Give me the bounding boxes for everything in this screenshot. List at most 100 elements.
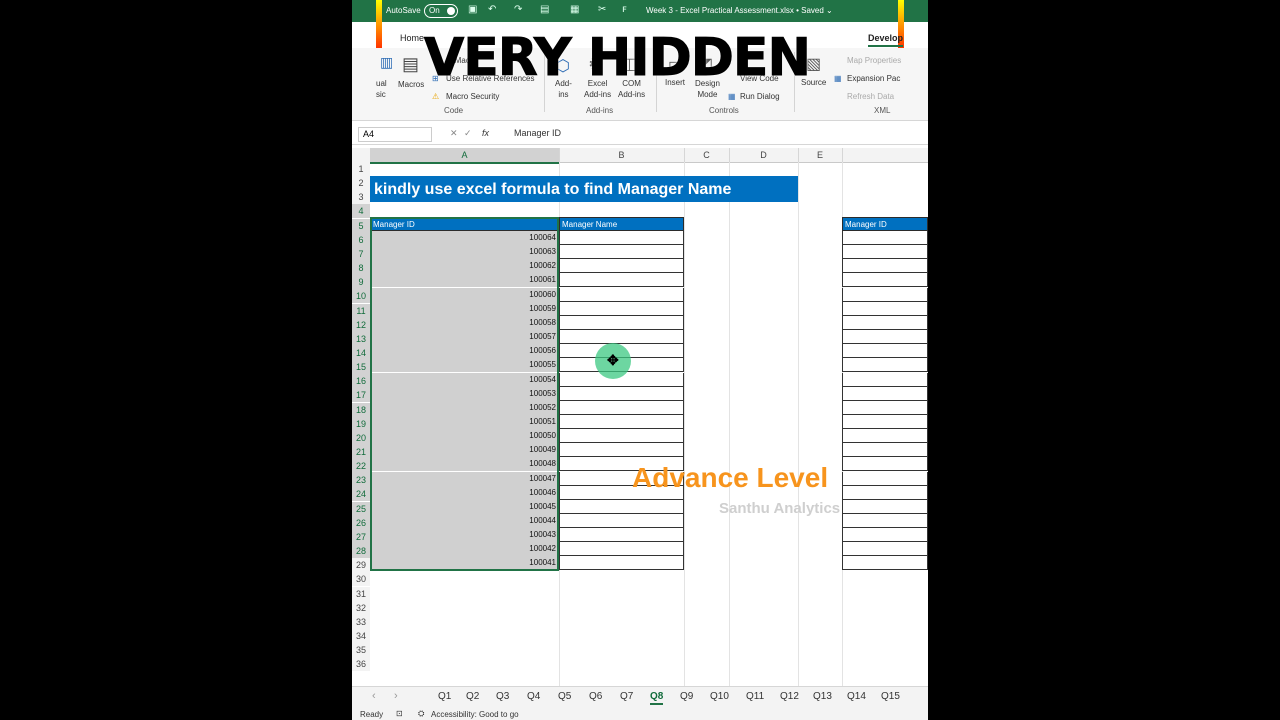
- row-header[interactable]: 30: [352, 572, 370, 587]
- macro-record-icon[interactable]: ⊡: [396, 709, 403, 718]
- lookup-id-cell[interactable]: [842, 414, 928, 429]
- header-manager-id-lookup[interactable]: Manager ID: [842, 217, 928, 231]
- sheet-tab-q2[interactable]: Q2: [466, 691, 479, 702]
- row-header[interactable]: 28: [352, 544, 370, 559]
- row-header[interactable]: 26: [352, 515, 370, 530]
- format-icon[interactable]: ꜰ: [622, 4, 627, 15]
- manager-id-cell[interactable]: 100042: [370, 542, 559, 557]
- manager-id-cell[interactable]: 100054: [370, 372, 559, 387]
- sheet-tab-q14[interactable]: Q14: [847, 691, 866, 702]
- sheet-tab-q11[interactable]: Q11: [746, 691, 764, 702]
- enter-icon[interactable]: ✓: [464, 128, 472, 139]
- row-header[interactable]: 15: [352, 360, 370, 375]
- row-header[interactable]: 34: [352, 628, 370, 643]
- manager-id-cell[interactable]: 100043: [370, 528, 559, 543]
- manager-name-cell[interactable]: [559, 443, 684, 458]
- column-header-d[interactable]: D: [729, 148, 799, 162]
- row-header[interactable]: 31: [352, 586, 370, 601]
- lookup-id-cell[interactable]: [842, 514, 928, 528]
- sheet-tab-q7[interactable]: Q7: [620, 691, 633, 702]
- sheet-tab-q10[interactable]: Q10: [710, 691, 729, 702]
- tab-developer[interactable]: Develop: [868, 33, 904, 47]
- visual-basic-button[interactable]: ual sic: [376, 78, 387, 100]
- row-header[interactable]: 21: [352, 445, 370, 459]
- row-header[interactable]: 24: [352, 487, 370, 502]
- row-header[interactable]: 11: [352, 303, 370, 318]
- macros-button[interactable]: Macros: [398, 80, 424, 89]
- accessibility-icon[interactable]: ⛭: [418, 709, 424, 719]
- manager-id-cell[interactable]: 100053: [370, 386, 559, 401]
- formula-input[interactable]: Manager ID: [514, 128, 561, 138]
- row-header[interactable]: 20: [352, 430, 370, 445]
- lookup-id-cell[interactable]: [842, 429, 928, 444]
- manager-name-cell[interactable]: [559, 259, 684, 274]
- manager-name-cell[interactable]: [559, 556, 684, 571]
- macros-icon[interactable]: ▤: [402, 54, 419, 75]
- lookup-id-cell[interactable]: [842, 457, 928, 472]
- select-all-corner[interactable]: [352, 148, 371, 162]
- column-header-b[interactable]: B: [559, 148, 685, 162]
- row-header[interactable]: 25: [352, 501, 370, 516]
- row-header[interactable]: 22: [352, 459, 370, 474]
- manager-name-cell[interactable]: [559, 301, 684, 316]
- lookup-id-cell[interactable]: [842, 386, 928, 401]
- save-icon[interactable]: ▣: [468, 4, 477, 15]
- row-header[interactable]: 19: [352, 416, 370, 431]
- sheet-tab-q12[interactable]: Q12: [780, 691, 799, 702]
- row-header[interactable]: 6: [352, 232, 370, 247]
- refresh-data-button[interactable]: Refresh Data: [847, 92, 894, 101]
- row-header[interactable]: 5: [352, 218, 370, 233]
- lookup-id-cell[interactable]: [842, 372, 928, 387]
- row-header[interactable]: 1: [352, 162, 370, 176]
- cancel-icon[interactable]: ✕: [450, 128, 458, 139]
- manager-name-cell[interactable]: [559, 514, 684, 528]
- row-header[interactable]: 14: [352, 345, 370, 360]
- lookup-id-cell[interactable]: [842, 358, 928, 373]
- instruction-banner[interactable]: kindly use excel formula to find Manager…: [370, 176, 798, 202]
- lookup-id-cell[interactable]: [842, 471, 928, 486]
- column-header-f[interactable]: [842, 148, 928, 162]
- row-header[interactable]: 10: [352, 289, 370, 304]
- sheet-tab-q13[interactable]: Q13: [813, 691, 832, 702]
- sheet-tab-q15[interactable]: Q15: [881, 691, 900, 702]
- manager-id-cell[interactable]: 100055: [370, 358, 559, 373]
- prev-sheet-icon[interactable]: ‹: [372, 690, 376, 702]
- manager-name-cell[interactable]: [559, 414, 684, 429]
- lookup-id-cell[interactable]: [842, 287, 928, 302]
- table-icon[interactable]: ▦: [570, 4, 579, 15]
- sheet-tab-q4[interactable]: Q4: [527, 691, 540, 702]
- manager-id-cell[interactable]: 100052: [370, 400, 559, 415]
- manager-id-cell[interactable]: 100062: [370, 259, 559, 274]
- manager-id-cell[interactable]: 100064: [370, 231, 559, 245]
- column-header-e[interactable]: E: [798, 148, 843, 162]
- lookup-id-cell[interactable]: [842, 315, 928, 330]
- lookup-id-cell[interactable]: [842, 344, 928, 359]
- undo-icon[interactable]: ↶: [488, 4, 496, 15]
- manager-id-cell[interactable]: 100056: [370, 344, 559, 359]
- manager-id-cell[interactable]: 100063: [370, 245, 559, 260]
- manager-name-cell[interactable]: [559, 273, 684, 288]
- manager-id-cell[interactable]: 100048: [370, 457, 559, 472]
- row-header[interactable]: 36: [352, 657, 370, 672]
- manager-id-cell[interactable]: 100051: [370, 414, 559, 429]
- map-properties-button[interactable]: Map Properties: [847, 56, 901, 65]
- manager-name-cell[interactable]: [559, 528, 684, 543]
- row-header[interactable]: 23: [352, 473, 370, 488]
- sheet-tab-q8[interactable]: Q8: [650, 691, 664, 705]
- row-header[interactable]: 35: [352, 643, 370, 658]
- lookup-id-cell[interactable]: [842, 485, 928, 500]
- manager-name-cell[interactable]: [559, 330, 684, 345]
- manager-id-cell[interactable]: 100060: [370, 287, 559, 302]
- manager-name-cell[interactable]: [559, 542, 684, 557]
- row-header[interactable]: 7: [352, 246, 370, 261]
- manager-name-cell[interactable]: [559, 386, 684, 401]
- next-sheet-icon[interactable]: ›: [394, 690, 398, 702]
- function-icon[interactable]: fx: [482, 128, 489, 138]
- manager-id-cell[interactable]: 100044: [370, 514, 559, 528]
- lookup-id-cell[interactable]: [842, 330, 928, 345]
- cut-icon[interactable]: ✂: [598, 4, 606, 15]
- manager-id-cell[interactable]: 100059: [370, 301, 559, 316]
- manager-name-cell[interactable]: [559, 245, 684, 260]
- sheet-tab-q5[interactable]: Q5: [558, 691, 571, 702]
- header-manager-name[interactable]: Manager Name: [559, 217, 684, 231]
